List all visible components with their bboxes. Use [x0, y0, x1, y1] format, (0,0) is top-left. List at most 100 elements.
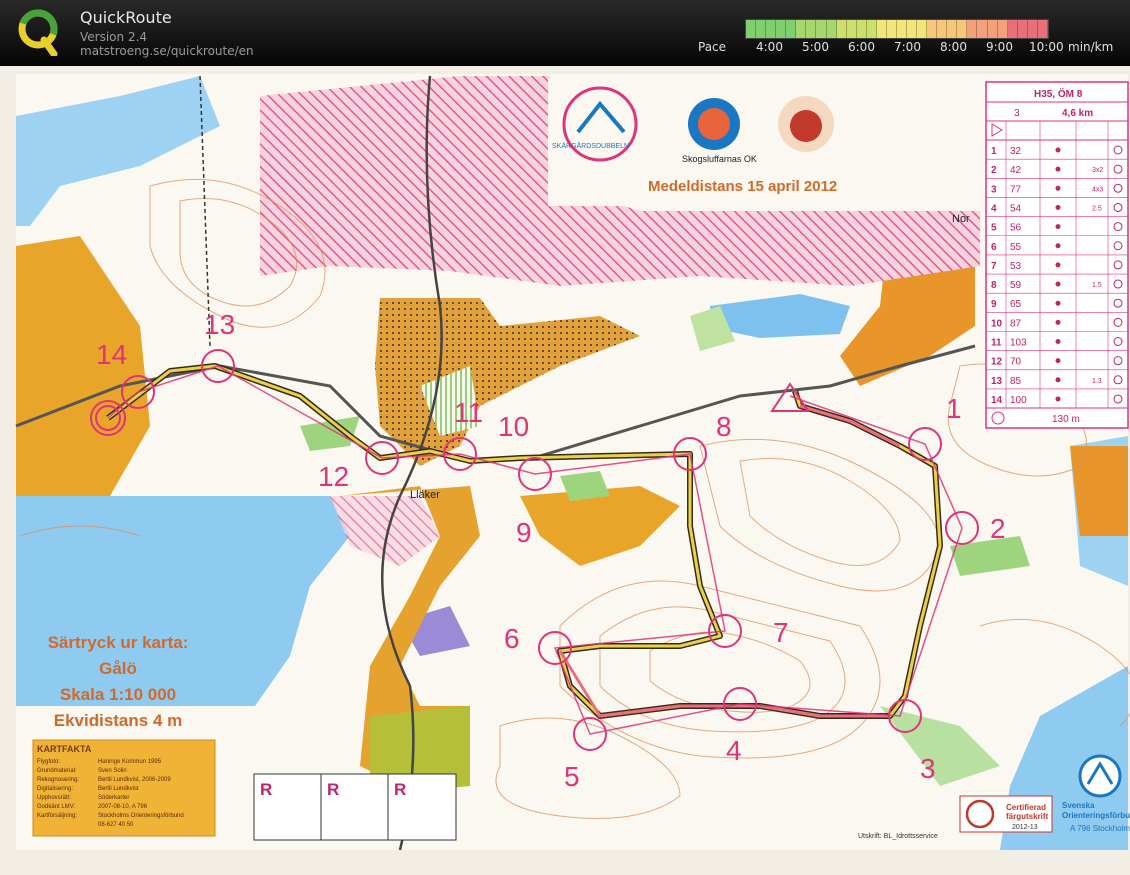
pace-tick: 8:00 [940, 40, 967, 54]
pace-scale-cell [866, 20, 877, 38]
finish-distance: 130 m [1052, 414, 1080, 425]
control-feature-icon [1055, 166, 1061, 172]
control-desc-number: 3 [991, 184, 997, 195]
control-description-sheet: H35, ÖM 8 3 4,6 km 1 32 2 42 3x2 3 77 4x3 4 54 2.5… [985, 81, 1129, 429]
pace-scale-cell [977, 20, 988, 38]
pace-tick: 7:00 [894, 40, 921, 54]
app-title: QuickRoute [80, 8, 172, 27]
control-desc-code: 54 [1010, 203, 1022, 214]
control-number: 2 [990, 513, 1006, 544]
control-desc-code: 103 [1010, 338, 1027, 349]
svg-text:A 796 Stockholm: A 796 Stockholm [1070, 824, 1130, 833]
control-number: 6 [504, 623, 520, 654]
svg-text:Certifierad: Certifierad [1006, 803, 1046, 812]
control-desc-code: 42 [1010, 165, 1022, 176]
r-box: R [327, 780, 339, 799]
r-boxes: R R R [253, 773, 457, 841]
pace-scale-cell [766, 20, 777, 38]
control-desc-code: 56 [1010, 223, 1022, 234]
kartfakta-box: KARTFAKTA Flygfoto: Haninge Kommun 1995 Gr… [32, 739, 216, 837]
control-desc-code: 85 [1010, 376, 1022, 387]
control-desc-dimension: 1.3 [1092, 378, 1102, 385]
control-feature-icon [1055, 300, 1061, 306]
control-desc-code: 77 [1010, 184, 1022, 195]
kartfakta-value: Bertil Lundkvist [98, 786, 139, 792]
control-feature-icon [1055, 281, 1061, 287]
pace-scale-cell [886, 20, 897, 38]
r-box: R [394, 780, 406, 799]
control-desc-number: 13 [991, 376, 1003, 387]
kartfakta-key: Upphovsrätt: [37, 795, 71, 801]
kartfakta-key: Rekognosering: [37, 777, 79, 783]
quickroute-logo-icon [18, 9, 58, 56]
svg-text:Ekvidistans 4 m: Ekvidistans 4 m [54, 711, 183, 730]
control-feature-icon [1055, 147, 1061, 153]
control-number: 11 [454, 397, 483, 428]
app-url[interactable]: matstroeng.se/quickroute/en [80, 44, 254, 58]
control-number: 5 [564, 761, 580, 792]
control-number: 13 [204, 309, 235, 340]
pace-scale-cell [927, 20, 938, 38]
control-desc-code: 65 [1010, 299, 1022, 310]
pace-tick: 4:00 [756, 40, 783, 54]
pace-scale-cell [957, 20, 968, 38]
pace-tick: 5:00 [802, 40, 829, 54]
app-header: QuickRoute Version 2.4 matstroeng.se/qui… [0, 0, 1130, 66]
control-feature-icon [1055, 377, 1061, 383]
svg-text:Skogsluffarnas OK: Skogsluffarnas OK [682, 154, 757, 164]
pace-scale-cell [947, 20, 958, 38]
pace-unit: min/km [1068, 40, 1114, 54]
control-feature-icon [1055, 224, 1061, 230]
orienteering-map[interactable]: 1 2 3 4 5 6 7 8 9 10 11 12 13 14 Lläker … [0, 66, 1130, 875]
pace-scale-cell [1027, 20, 1038, 38]
control-desc-number: 6 [991, 242, 997, 253]
pace-scale-cell [786, 20, 797, 38]
pace-scale-cell [856, 20, 867, 38]
pace-scale-cell [1007, 20, 1018, 38]
control-desc-code: 32 [1010, 146, 1022, 157]
control-desc-dimension: 2.5 [1092, 205, 1102, 212]
pace-scale-cell [967, 20, 978, 38]
svg-text:SKÄRGÅRDSDUBBELN: SKÄRGÅRDSDUBBELN [552, 141, 629, 150]
printer-info: Utskrift: BL_Idrottsservice [858, 833, 938, 840]
kartfakta-value: 08-627 40 50 [98, 822, 134, 828]
control-number: 10 [498, 411, 529, 442]
control-desc-number: 10 [991, 318, 1003, 329]
control-desc-number: 14 [991, 395, 1003, 406]
control-desc-number: 12 [991, 357, 1003, 368]
control-desc-number: 2 [991, 165, 997, 176]
svg-text:Svenska: Svenska [1062, 801, 1095, 810]
pace-scale-cell [826, 20, 837, 38]
pace-scale-cell [846, 20, 857, 38]
club-crest-icon [778, 96, 834, 152]
pace-scale-cell [816, 20, 827, 38]
control-feature-icon [1055, 185, 1061, 191]
pace-tick: 6:00 [848, 40, 875, 54]
pace-scale-cell [756, 20, 767, 38]
pace-scale-cell [997, 20, 1008, 38]
kartfakta-key: Flygfoto: [37, 759, 60, 765]
control-desc-dimension: 4x3 [1092, 186, 1103, 193]
control-number: 14 [96, 339, 127, 370]
control-desc-number: 11 [991, 338, 1002, 349]
kartfakta-value: Haninge Kommun 1995 [98, 759, 162, 765]
open-land-far-east [1070, 446, 1128, 536]
pace-scale-cell [907, 20, 918, 38]
svg-text:Särtryck ur karta:: Särtryck ur karta: [48, 633, 189, 652]
pace-scale-cell [1017, 20, 1028, 38]
control-desc-code: 70 [1010, 357, 1022, 368]
place-label: Lläker [410, 489, 440, 501]
control-desc-code: 59 [1010, 280, 1022, 291]
pace-color-scale [745, 19, 1049, 39]
place-label: Nor [952, 213, 970, 225]
control-feature-icon [1055, 262, 1061, 268]
kartfakta-key: Godkänt LMV: [37, 804, 75, 810]
kartfakta-value: Stockholms Orienteringsförbund [98, 813, 184, 819]
pace-tick: 10:00 [1029, 40, 1064, 54]
pace-scale-cell [776, 20, 787, 38]
controls-count: 3 [1014, 108, 1020, 119]
control-desc-number: 8 [991, 280, 997, 291]
kartfakta-value: Bertil Lundkvist, 2006-2009 [98, 777, 171, 783]
pace-scale-cell [937, 20, 948, 38]
kartfakta-key: Kartförsäljning: [37, 813, 77, 819]
